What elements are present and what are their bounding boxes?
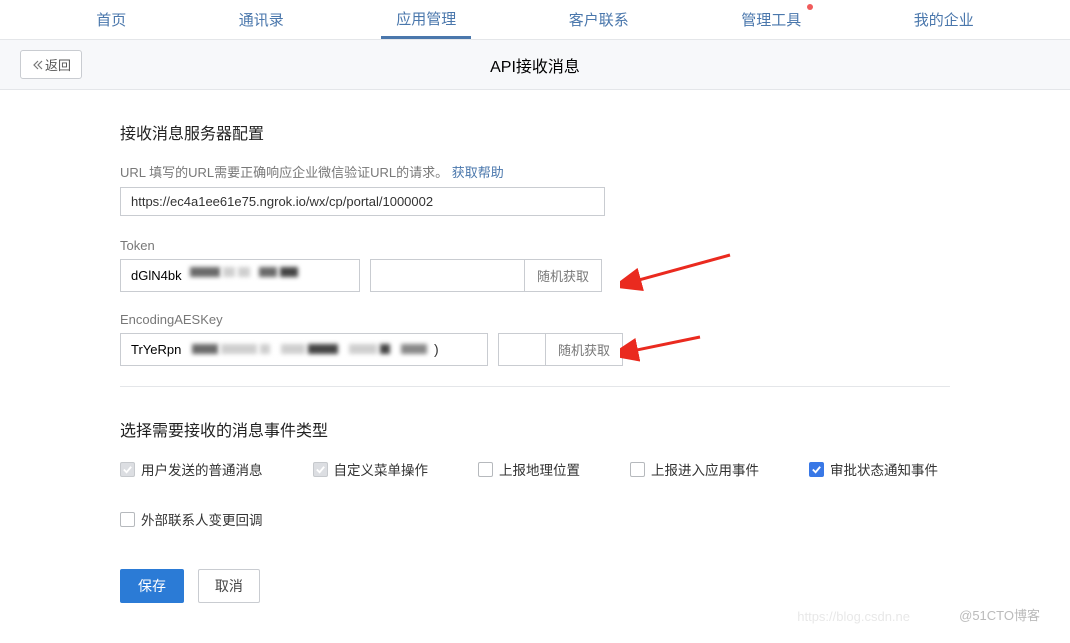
- nav-home[interactable]: 首页: [81, 1, 141, 38]
- notification-dot-icon: [807, 4, 813, 10]
- checkbox-external-contact[interactable]: 外部联系人变更回调: [120, 509, 950, 529]
- nav-apps[interactable]: 应用管理: [381, 0, 471, 39]
- aes-extra-input[interactable]: [498, 333, 546, 366]
- checkbox-icon: [478, 462, 493, 477]
- checkbox-icon: [120, 462, 135, 477]
- save-button[interactable]: 保存: [120, 569, 184, 603]
- back-button-label: 返回: [45, 55, 71, 74]
- token-extra-input[interactable]: [370, 259, 525, 292]
- arrow-annotation-icon: [620, 253, 740, 293]
- checkbox-custom-menu[interactable]: 自定义菜单操作: [313, 459, 429, 479]
- subheader: 返回 API接收消息: [0, 40, 1070, 90]
- content: 接收消息服务器配置 URL 填写的URL需要正确响应企业微信验证URL的请求。 …: [0, 90, 1070, 643]
- aes-label: EncodingAESKey: [120, 312, 950, 327]
- section-server-config-title: 接收消息服务器配置: [120, 120, 950, 144]
- aes-row: ) 随机获取: [120, 333, 950, 366]
- checkbox-label: 上报进入应用事件: [651, 459, 759, 479]
- section-event-types-title: 选择需要接收的消息事件类型: [120, 417, 950, 441]
- action-bar: 保存 取消: [120, 569, 950, 603]
- cancel-button[interactable]: 取消: [198, 569, 260, 603]
- nav-company[interactable]: 我的企业: [899, 1, 989, 38]
- token-random-button[interactable]: 随机获取: [525, 259, 602, 292]
- nav-contacts[interactable]: 通讯录: [224, 1, 299, 38]
- chevron-left-icon: [31, 60, 43, 70]
- checkbox-approval-notify[interactable]: 审批状态通知事件: [809, 459, 938, 479]
- checkbox-label: 外部联系人变更回调: [141, 509, 263, 529]
- checkbox-icon: [809, 462, 824, 477]
- checkbox-label: 审批状态通知事件: [830, 459, 938, 479]
- page-title: API接收消息: [490, 53, 580, 77]
- nav-customer[interactable]: 客户联系: [554, 1, 644, 38]
- back-button[interactable]: 返回: [20, 50, 82, 79]
- url-hint: URL 填写的URL需要正确响应企业微信验证URL的请求。: [120, 165, 448, 180]
- url-input[interactable]: [120, 187, 605, 216]
- watermark: @51CTO博客: [959, 605, 1040, 624]
- top-nav: 首页 通讯录 应用管理 客户联系 管理工具 我的企业: [0, 0, 1070, 40]
- checkbox-label: 用户发送的普通消息: [141, 459, 263, 479]
- checkbox-user-message[interactable]: 用户发送的普通消息: [120, 459, 263, 479]
- checkbox-location[interactable]: 上报地理位置: [478, 459, 580, 479]
- token-label: Token: [120, 238, 950, 253]
- nav-tools-label: 管理工具: [741, 12, 801, 29]
- event-types-group: 用户发送的普通消息 自定义菜单操作 上报地理位置 上报进入应用事件 审批状态通知…: [120, 459, 950, 529]
- checkbox-enter-app[interactable]: 上报进入应用事件: [630, 459, 759, 479]
- checkbox-icon: [120, 512, 135, 527]
- get-help-link[interactable]: 获取帮助: [452, 165, 504, 180]
- checkbox-label: 自定义菜单操作: [334, 459, 429, 479]
- arrow-annotation-icon: [620, 333, 710, 363]
- divider: [120, 386, 950, 387]
- checkbox-icon: [313, 462, 328, 477]
- checkbox-label: 上报地理位置: [499, 459, 580, 479]
- url-label: URL 填写的URL需要正确响应企业微信验证URL的请求。 获取帮助: [120, 162, 950, 181]
- watermark-csdn: https://blog.csdn.ne: [797, 609, 910, 624]
- aes-random-button[interactable]: 随机获取: [546, 333, 623, 366]
- checkbox-icon: [630, 462, 645, 477]
- nav-tools[interactable]: 管理工具: [726, 1, 816, 38]
- token-row: 随机获取: [120, 259, 950, 292]
